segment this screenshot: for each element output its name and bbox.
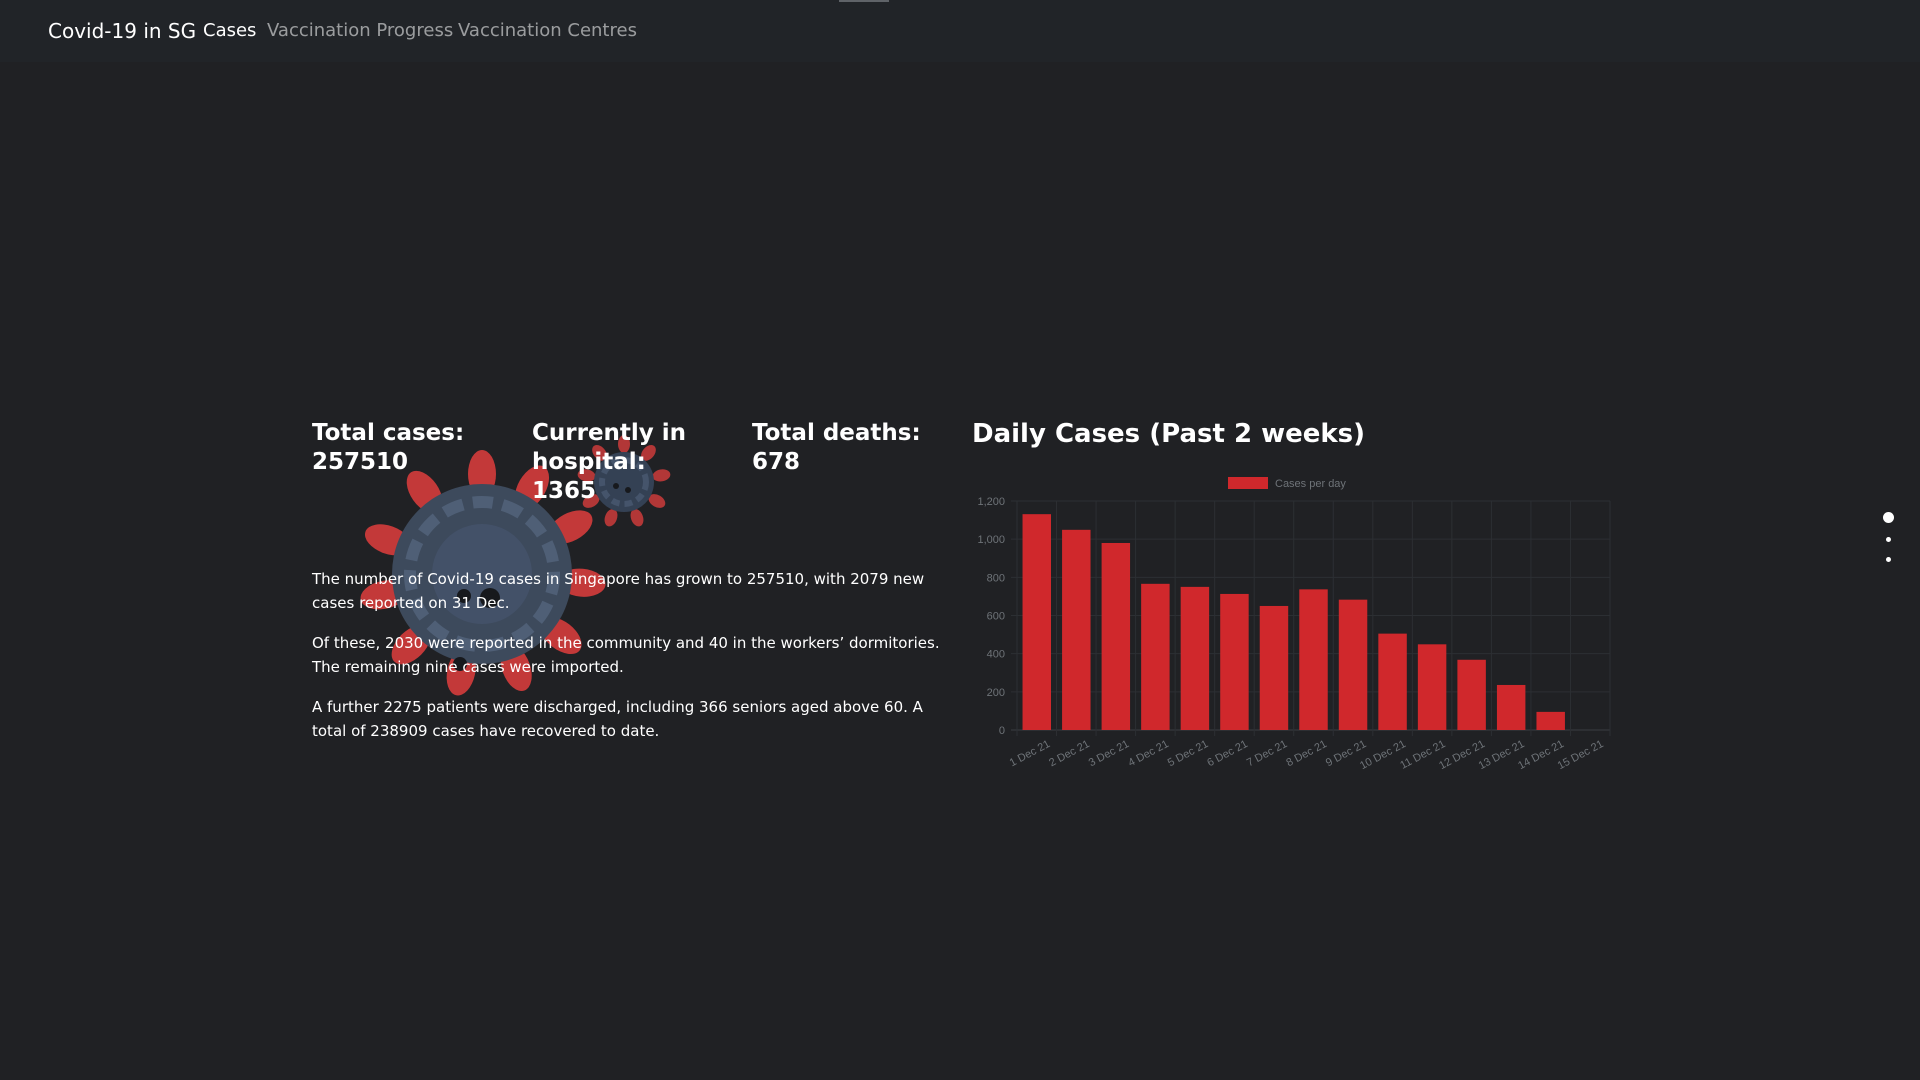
nav-link-vaccination-progress[interactable]: Vaccination Progress [267,20,453,41]
y-tick-label: 1,200 [977,496,1005,508]
x-tick-label: 7 Dec 21 [1245,738,1290,769]
x-tick-label: 6 Dec 21 [1205,738,1250,769]
x-tick-label: 15 Dec 21 [1556,738,1606,772]
legend-label[interactable]: Cases per day [1275,478,1346,490]
stat-total-cases-value: 257510 [312,449,409,475]
y-tick-label: 200 [987,687,1005,699]
brand-link[interactable]: Covid-19 in SG [48,19,196,43]
navbar: Covid-19 in SG Cases Vaccination Progres… [0,0,1920,62]
bar[interactable] [1378,633,1407,730]
chart-title: Daily Cases (Past 2 weeks) [972,419,1366,449]
x-tick-label: 3 Dec 21 [1087,738,1132,769]
x-tick-label: 5 Dec 21 [1166,738,1211,769]
bar[interactable] [1457,659,1486,730]
summary-paragraph-1: The number of Covid-19 cases in Singapor… [312,570,925,612]
bar[interactable] [1141,583,1170,730]
stat-hospital-value: 1365 [532,478,597,504]
bar[interactable] [1062,529,1091,730]
page-dot-1[interactable] [1883,512,1894,523]
stat-deaths-value: 678 [752,449,801,475]
top-progress-indicator [839,0,889,2]
stat-total-cases-label: Total cases: [312,420,465,446]
bar[interactable] [1259,605,1289,730]
legend-swatch[interactable] [1228,477,1268,489]
bar[interactable] [1220,593,1249,730]
y-tick-label: 600 [987,611,1005,623]
summary-paragraph-2: Of these, 2030 were reported in the comm… [312,634,940,676]
stat-hospital: Currently in hospital: 1365 [532,419,732,506]
y-tick-label: 400 [987,649,1005,661]
x-tick-label: 8 Dec 21 [1284,738,1329,769]
bar[interactable] [1536,711,1565,730]
stat-deaths: Total deaths: 678 [752,419,952,477]
bar[interactable] [1180,586,1210,730]
bar[interactable] [1338,599,1368,730]
stat-hospital-label-line2: hospital: [532,449,646,475]
y-tick-label: 0 [999,725,1005,737]
page-dot-2[interactable] [1886,537,1891,542]
bar[interactable] [1417,644,1447,730]
bar[interactable] [1101,542,1131,730]
y-tick-label: 1,000 [977,534,1005,546]
daily-cases-chart: 0 200 400 600 800 1,000 1,200 1 Dec 212 Dec 21… [977,477,1611,772]
nav-link-vaccination-centres[interactable]: Vaccination Centres [458,20,637,41]
nav-link-cases[interactable]: Cases [203,20,256,41]
summary-paragraph-3: A further 2275 patients were discharged,… [312,698,923,740]
y-tick-label: 800 [987,572,1005,584]
bar[interactable] [1299,589,1328,730]
stat-hospital-label-line1: Currently in [532,420,687,446]
x-tick-label: 1 Dec 21 [1008,738,1053,769]
stat-deaths-label: Total deaths: [752,420,921,446]
bar[interactable] [1022,514,1051,730]
bar[interactable] [1496,684,1526,730]
x-tick-label: 2 Dec 21 [1047,738,1092,769]
stat-total-cases: Total cases: 257510 [312,419,512,477]
page-dot-3[interactable] [1886,557,1891,562]
x-tick-label: 4 Dec 21 [1126,738,1171,769]
